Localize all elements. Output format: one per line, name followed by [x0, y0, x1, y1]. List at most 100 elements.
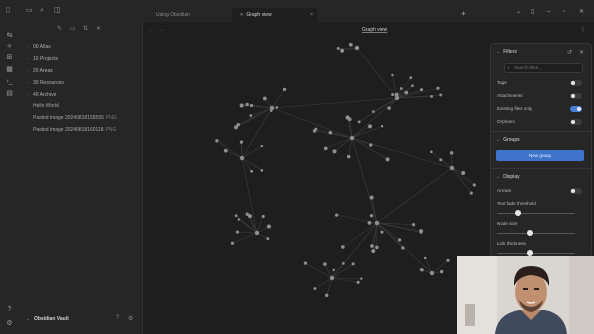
graph-node[interactable] [261, 214, 265, 219]
vault-switcher[interactable]: ⌄ Obsidian Vault ? ⚙ [20, 310, 142, 330]
graph-node[interactable] [341, 262, 345, 265]
settings-icon[interactable]: ⚙ [4, 318, 15, 329]
existing-files-toggle[interactable] [570, 106, 582, 112]
new-note-icon[interactable]: ✎ [57, 26, 62, 32]
help-icon[interactable]: ? [4, 304, 15, 315]
graph-node[interactable] [230, 241, 235, 245]
graph-node[interactable] [354, 45, 360, 51]
tab-using-obsidian[interactable]: Using Obsidian [148, 8, 230, 22]
file-item[interactable]: Hello World [33, 102, 59, 111]
graph-node[interactable] [439, 93, 443, 97]
graph-node[interactable] [332, 149, 337, 154]
graph-node[interactable] [401, 246, 405, 250]
search-files-input[interactable]: ⌕ Search files... [504, 63, 583, 73]
graph-node[interactable] [239, 103, 244, 108]
graph-node[interactable] [348, 42, 353, 47]
forward-arrow-icon[interactable]: → [159, 27, 165, 33]
graph-node[interactable] [347, 117, 352, 122]
graph-node[interactable] [375, 245, 379, 250]
graph-node[interactable] [380, 125, 384, 128]
graph-node[interactable] [360, 277, 363, 280]
graph-node[interactable] [269, 105, 275, 111]
command-palette-icon[interactable]: ›_ [4, 76, 15, 87]
graph-node[interactable] [411, 223, 416, 227]
minimize-icon[interactable]: – [547, 9, 550, 15]
attachments-toggle[interactable] [570, 93, 582, 99]
graph-node[interactable] [399, 87, 403, 90]
canvas-icon[interactable]: ⊞ [4, 52, 15, 63]
file-item[interactable]: Pasted image 20240818160118 PNG [33, 126, 116, 135]
graph-node[interactable] [391, 73, 394, 77]
open-switcher-icon[interactable]: ⇆ [4, 30, 15, 41]
graph-node[interactable] [239, 140, 243, 144]
graph-node[interactable] [411, 84, 414, 88]
graph-node[interactable] [385, 157, 390, 162]
graph-node[interactable] [429, 270, 435, 276]
new-tab-icon[interactable]: + [461, 8, 466, 20]
graph-node[interactable] [419, 231, 423, 234]
graph-node[interactable] [469, 191, 473, 195]
graph-node[interactable] [303, 261, 308, 265]
link-thickness-slider[interactable] [497, 250, 575, 256]
graph-node[interactable] [237, 218, 241, 221]
maximize-icon[interactable]: ▫ [563, 9, 565, 15]
bookmarks-tab-icon[interactable]: ◫ [54, 7, 61, 14]
file-item[interactable]: Pasted image 20240818155555 PNG [33, 114, 117, 123]
graph-node[interactable] [446, 258, 450, 262]
graph-node[interactable] [449, 151, 454, 155]
daily-note-icon[interactable]: ▦ [4, 64, 15, 75]
graph-node[interactable] [262, 96, 267, 101]
graph-node[interactable] [367, 124, 373, 129]
tab-graph-view[interactable]: ⟡ Graph view × [232, 8, 318, 22]
search-tab-icon[interactable]: ⌕ [40, 7, 44, 14]
graph-node[interactable] [239, 155, 245, 161]
graph-node[interactable] [223, 148, 228, 153]
collapse-all-icon[interactable]: ✕ [96, 26, 101, 32]
graph-node[interactable] [404, 90, 409, 95]
sort-icon[interactable]: ⇅ [83, 26, 88, 32]
graph-node[interactable] [312, 129, 317, 133]
graph-node[interactable] [371, 249, 376, 254]
graph-node[interactable] [461, 170, 466, 176]
close-tab-icon[interactable]: × [310, 8, 313, 22]
graph-node[interactable] [369, 143, 373, 147]
graph-node[interactable] [336, 46, 340, 50]
graph-node[interactable] [324, 293, 329, 298]
graph-node[interactable] [250, 169, 254, 173]
graph-node[interactable] [472, 183, 476, 187]
graph-node[interactable] [449, 165, 455, 171]
new-folder-icon[interactable]: ▭ [70, 26, 76, 32]
folder-item[interactable]: › 00 Atlas [28, 42, 51, 51]
close-panel-icon[interactable]: ✕ [579, 49, 584, 56]
sidebar-toggle-icon[interactable]: ▯ [6, 7, 10, 14]
graph-node[interactable] [371, 110, 375, 113]
graph-node[interactable] [369, 213, 374, 218]
graph-node[interactable] [420, 88, 424, 92]
text-fade-slider[interactable] [497, 210, 575, 216]
graph-node[interactable] [357, 120, 361, 124]
vault-settings-icon[interactable]: ⚙ [128, 315, 133, 322]
display-section-header[interactable]: ⌄ Display [496, 174, 520, 180]
graph-node[interactable] [436, 86, 440, 90]
graph-node[interactable] [430, 94, 433, 98]
more-options-icon[interactable]: ⋮ [580, 26, 586, 33]
graph-node[interactable] [234, 214, 238, 218]
files-tab-icon[interactable]: ▭ [26, 7, 33, 14]
graph-node[interactable] [346, 154, 351, 159]
graph-node[interactable] [439, 269, 444, 274]
graph-node[interactable] [370, 244, 374, 248]
graph-node[interactable] [335, 213, 339, 217]
graph-node[interactable] [235, 230, 240, 234]
graph-node[interactable] [282, 87, 287, 92]
graph-node[interactable] [249, 103, 254, 108]
graph-node[interactable] [397, 238, 402, 242]
folder-item[interactable]: › 30 Resources [28, 78, 64, 87]
folder-item[interactable]: › 10 Projects [28, 54, 58, 63]
graph-node[interactable] [313, 287, 317, 291]
tab-list-icon[interactable]: ⌄ [516, 9, 521, 15]
slider-knob[interactable] [515, 210, 522, 216]
graph-node[interactable] [329, 275, 335, 281]
graph-node[interactable] [266, 224, 271, 229]
restore-default-icon[interactable]: ↺ [567, 49, 572, 56]
graph-node[interactable] [245, 212, 249, 216]
